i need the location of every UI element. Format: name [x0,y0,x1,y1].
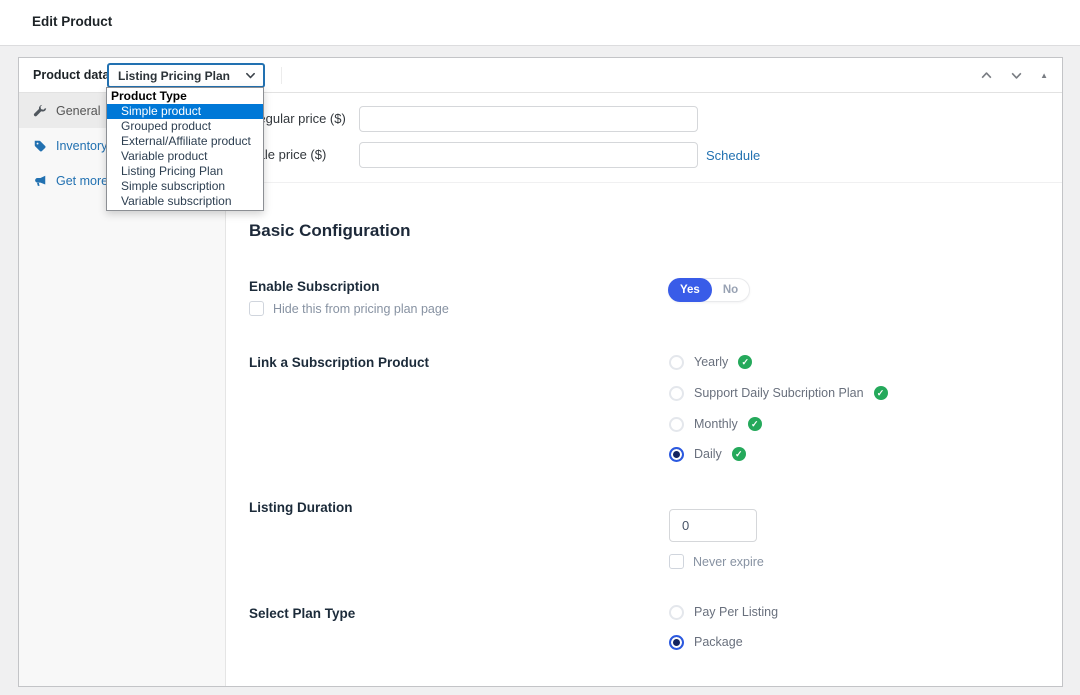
top-bar: Edit Product [0,0,1080,46]
radio-option-support-daily[interactable]: Support Daily Subcription Plan ✓ [669,384,888,402]
product-type-dropdown-list: Product Type Simple product Grouped prod… [106,87,264,211]
sidebar-tab-label: Inventory [56,139,107,153]
radio-button[interactable] [669,386,684,401]
edit-product-page: Edit Product Product data — Listing Pric… [0,0,1080,695]
dropdown-group-label: Product Type [107,89,263,104]
dropdown-option-simple-subscription[interactable]: Simple subscription [107,179,263,194]
never-expire-checkbox[interactable] [669,554,684,569]
toggle-panel-button[interactable]: ▲ [1038,70,1050,82]
move-down-button[interactable] [1008,67,1025,84]
collapse-triangle-icon: ▲ [1040,72,1048,80]
dropdown-option-simple-product[interactable]: Simple product [107,104,263,119]
radio-button-selected[interactable] [669,635,684,650]
toggle-yes-button[interactable]: Yes [668,278,712,302]
product-type-select[interactable]: Listing Pricing Plan [107,63,265,88]
radio-label: Monthly [694,417,738,431]
radio-button[interactable] [669,605,684,620]
product-type-select-value: Listing Pricing Plan [118,69,230,83]
radio-label: Support Daily Subcription Plan [694,386,864,400]
verified-check-icon: ✓ [738,355,752,369]
link-subscription-label: Link a Subscription Product [249,355,429,370]
radio-label: Package [694,635,743,649]
radio-option-pay-per-listing[interactable]: Pay Per Listing [669,603,778,621]
select-plan-type-label: Select Plan Type [249,606,355,621]
metabox-title-text: Product data [33,68,109,82]
hide-from-pricing-row: Hide this from pricing plan page [249,301,449,316]
regular-price-input[interactable] [359,106,698,132]
move-up-button[interactable] [978,67,995,84]
radio-option-daily[interactable]: Daily ✓ [669,445,746,463]
dropdown-option-variable-subscription[interactable]: Variable subscription [107,194,263,209]
radio-option-monthly[interactable]: Monthly ✓ [669,415,762,433]
listing-duration-label: Listing Duration [249,500,353,515]
never-expire-row: Never expire [669,554,764,569]
enable-subscription-toggle: Yes No [668,278,750,302]
basic-configuration-heading: Basic Configuration [249,221,411,241]
sidebar-tab-label: General [56,104,100,118]
general-panel: Regular price ($) Sale price ($) Schedul… [227,93,1062,686]
radio-button[interactable] [669,417,684,432]
dropdown-option-grouped-product[interactable]: Grouped product [107,119,263,134]
radio-label: Yearly [694,355,728,369]
sale-price-input[interactable] [359,142,698,168]
dropdown-option-external-affiliate[interactable]: External/Affiliate product [107,134,263,149]
radio-button[interactable] [669,355,684,370]
radio-label: Pay Per Listing [694,605,778,619]
inventory-tag-icon [33,139,47,153]
verified-check-icon: ✓ [874,386,888,400]
radio-option-yearly[interactable]: Yearly ✓ [669,353,752,371]
radio-label: Daily [694,447,722,461]
radio-option-package[interactable]: Package [669,633,743,651]
section-divider [227,182,1062,183]
verified-check-icon: ✓ [748,417,762,431]
hide-from-pricing-checkbox[interactable] [249,301,264,316]
megaphone-icon [33,174,47,188]
header-divider [281,67,282,84]
never-expire-label: Never expire [693,555,764,569]
toggle-no-button[interactable]: No [712,284,749,296]
radio-button-selected[interactable] [669,447,684,462]
enable-subscription-label: Enable Subscription [249,279,380,294]
chevron-up-icon [980,69,993,82]
wrench-icon [33,104,47,118]
verified-check-icon: ✓ [732,447,746,461]
hide-from-pricing-label: Hide this from pricing plan page [273,302,449,316]
metabox-controls: ▲ [978,58,1050,93]
schedule-link[interactable]: Schedule [706,148,760,163]
chevron-down-small-icon [1010,69,1023,82]
dropdown-option-listing-pricing-plan[interactable]: Listing Pricing Plan [107,164,263,179]
page-title: Edit Product [32,14,112,29]
listing-duration-input[interactable] [669,509,757,542]
dropdown-option-variable-product[interactable]: Variable product [107,149,263,164]
chevron-down-icon [245,70,256,81]
